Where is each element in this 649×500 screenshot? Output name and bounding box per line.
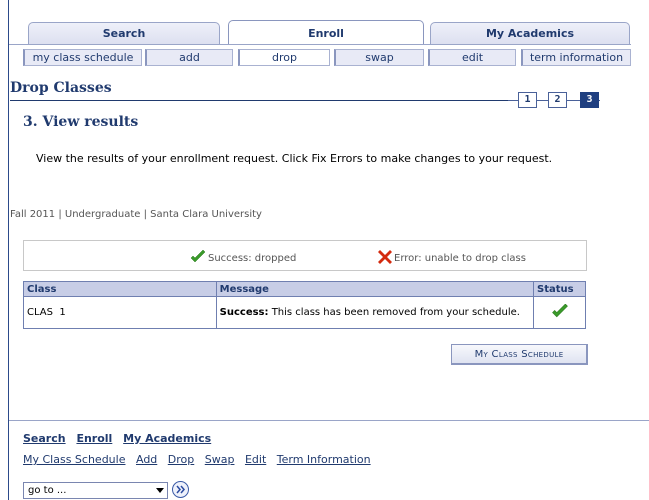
class-cell: CLAS 1 bbox=[23, 296, 217, 329]
status-cell bbox=[533, 296, 586, 329]
step-3-indicator: 3 bbox=[580, 92, 599, 108]
legend-error-label: Error: unable to drop class bbox=[394, 253, 526, 264]
footer-link-swap[interactable]: Swap bbox=[205, 453, 235, 466]
message-text: This class has been removed from your sc… bbox=[268, 307, 520, 318]
my-class-schedule-button[interactable]: My Class Schedule bbox=[451, 344, 588, 365]
subtab-drop[interactable]: drop bbox=[238, 49, 330, 66]
goto-select-value: go to ... bbox=[28, 485, 67, 496]
footer-link-enroll[interactable]: Enroll bbox=[76, 432, 112, 445]
subtab-add[interactable]: add bbox=[145, 49, 233, 66]
results-table: Class Message Status CLAS 1 Success: Thi… bbox=[23, 281, 586, 329]
legend-success: Success: dropped bbox=[190, 249, 297, 264]
tab-search[interactable]: Search bbox=[28, 22, 220, 45]
subtab-swap[interactable]: swap bbox=[334, 49, 424, 66]
error-x-icon bbox=[378, 250, 392, 264]
footer-link-search[interactable]: Search bbox=[23, 432, 66, 445]
tab-my-academics[interactable]: My Academics bbox=[430, 22, 630, 45]
footer-link-edit[interactable]: Edit bbox=[245, 453, 266, 466]
tab-strip-divider bbox=[9, 44, 631, 45]
footer-primary-links: Search Enroll My Academics bbox=[23, 432, 218, 445]
double-chevron-right-icon bbox=[176, 485, 185, 494]
footer-link-term-information[interactable]: Term Information bbox=[277, 453, 371, 466]
footer-divider bbox=[9, 420, 649, 421]
table-row: CLAS 1 Success: This class has been remo… bbox=[23, 296, 586, 329]
footer-link-my-academics[interactable]: My Academics bbox=[123, 432, 211, 445]
column-header-status: Status bbox=[533, 281, 586, 297]
step-heading: 3. View results bbox=[23, 114, 139, 130]
column-header-class: Class bbox=[23, 281, 217, 297]
table-header-row: Class Message Status bbox=[23, 281, 586, 297]
message-status-label: Success: bbox=[219, 307, 269, 318]
footer-link-drop[interactable]: Drop bbox=[168, 453, 194, 466]
checkmark-icon bbox=[190, 249, 206, 263]
title-divider bbox=[10, 100, 510, 101]
message-cell: Success: This class has been removed fro… bbox=[215, 296, 535, 329]
legend-error: Error: unable to drop class bbox=[378, 250, 526, 264]
footer-link-add[interactable]: Add bbox=[136, 453, 157, 466]
term-info: Fall 2011 | Undergraduate | Santa Clara … bbox=[10, 209, 262, 220]
subtab-term-information[interactable]: term information bbox=[521, 49, 631, 66]
footer-secondary-links: My Class Schedule Add Drop Swap Edit Ter… bbox=[23, 453, 378, 466]
footer-link-my-class-schedule[interactable]: My Class Schedule bbox=[23, 453, 125, 466]
legend-success-label: Success: dropped bbox=[208, 253, 297, 264]
instructions-text: View the results of your enrollment requ… bbox=[36, 152, 553, 165]
status-legend: Success: dropped Error: unable to drop c… bbox=[23, 240, 587, 271]
column-header-message: Message bbox=[215, 281, 535, 297]
tab-enroll[interactable]: Enroll bbox=[228, 20, 424, 45]
left-frame-border bbox=[8, 0, 9, 500]
checkmark-icon bbox=[551, 303, 568, 317]
goto-select[interactable]: go to ... bbox=[23, 482, 168, 499]
step-1-indicator: 1 bbox=[518, 92, 537, 108]
goto-button[interactable] bbox=[172, 481, 189, 498]
page-title: Drop Classes bbox=[10, 80, 112, 96]
chevron-down-icon bbox=[156, 488, 164, 493]
step-2-indicator: 2 bbox=[548, 92, 567, 108]
subtab-edit[interactable]: edit bbox=[428, 49, 516, 66]
subtab-my-class-schedule[interactable]: my class schedule bbox=[23, 49, 142, 66]
